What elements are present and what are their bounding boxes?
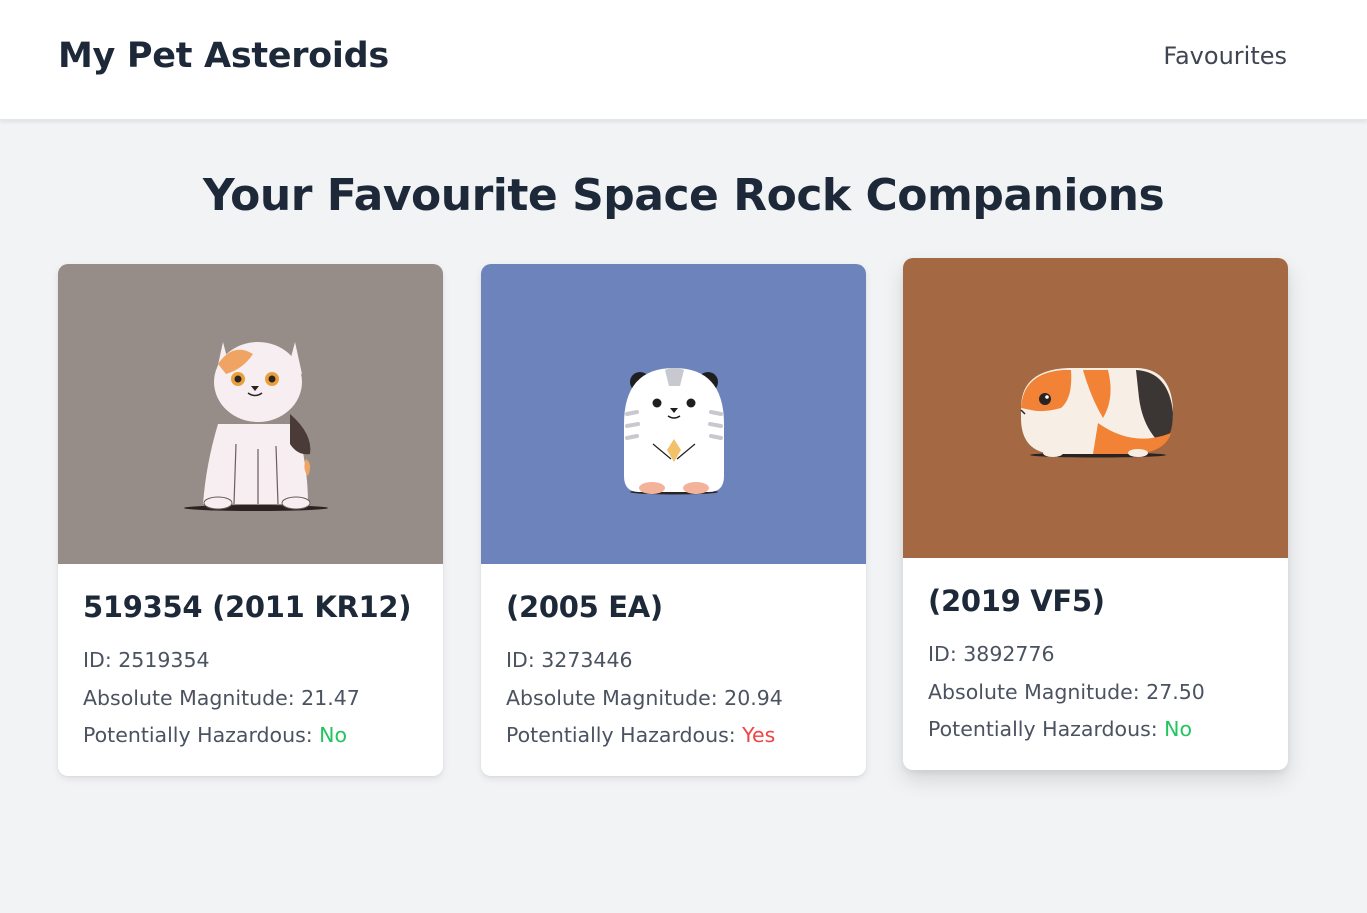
hazard-value: No [1164, 717, 1193, 741]
nav-favourites-link[interactable]: Favourites [1163, 42, 1287, 70]
hazard-value: Yes [742, 723, 776, 747]
magnitude-value: 20.94 [724, 685, 783, 710]
asteroid-id-row: ID: 3273446 [506, 642, 841, 680]
magnitude-value: 21.47 [301, 685, 360, 710]
asteroid-id-row: ID: 2519354 [83, 642, 418, 680]
hazard-label: Potentially Hazardous: [928, 717, 1165, 741]
id-label: ID: [83, 648, 119, 672]
asteroid-magnitude-row: Absolute Magnitude: 21.47 [83, 680, 418, 718]
page-title: Your Favourite Space Rock Companions [202, 170, 1165, 221]
id-value: 3892776 [963, 642, 1055, 666]
asteroid-hazard-row: Potentially Hazardous: No [83, 717, 418, 755]
asteroid-card[interactable]: (2019 VF5) ID: 3892776 Absolute Magnitud… [903, 258, 1288, 770]
hazard-label: Potentially Hazardous: [506, 723, 743, 747]
card-image [481, 264, 866, 564]
card-image [58, 264, 443, 564]
magnitude-label: Absolute Magnitude: [83, 685, 302, 710]
hazard-value: No [319, 723, 348, 747]
magnitude-label: Absolute Magnitude: [506, 685, 725, 710]
asteroid-name: (2005 EA) [506, 590, 663, 624]
asteroid-magnitude-row: Absolute Magnitude: 20.94 [506, 680, 841, 718]
asteroid-hazard-row: Potentially Hazardous: No [928, 711, 1263, 749]
asteroid-name: (2019 VF5) [928, 584, 1105, 618]
asteroid-card[interactable]: (2005 EA) ID: 3273446 Absolute Magnitude… [481, 264, 866, 776]
magnitude-label: Absolute Magnitude: [928, 679, 1147, 704]
asteroid-name: 519354 (2011 KR12) [83, 590, 412, 624]
asteroid-card[interactable]: 519354 (2011 KR12) ID: 2519354 Absolute … [58, 264, 443, 776]
id-value: 3273446 [541, 648, 633, 672]
card-body: (2005 EA) ID: 3273446 Absolute Magnitude… [481, 564, 866, 776]
cat-illustration-icon [184, 342, 328, 511]
guinea-pig-illustration-icon [1020, 368, 1173, 458]
hamster-illustration-icon [624, 368, 724, 495]
id-value: 2519354 [118, 648, 210, 672]
asteroid-id-row: ID: 3892776 [928, 636, 1263, 674]
id-label: ID: [506, 648, 542, 672]
brand-logo-link[interactable]: My Pet Asteroids [58, 36, 389, 76]
card-body: 519354 (2011 KR12) ID: 2519354 Absolute … [58, 564, 443, 776]
asteroid-hazard-row: Potentially Hazardous: Yes [506, 717, 841, 755]
card-body: (2019 VF5) ID: 3892776 Absolute Magnitud… [903, 558, 1288, 770]
id-label: ID: [928, 642, 964, 666]
top-navbar: My Pet Asteroids Favourites [0, 0, 1367, 120]
asteroid-magnitude-row: Absolute Magnitude: 27.50 [928, 674, 1263, 712]
card-image [903, 258, 1288, 558]
hazard-label: Potentially Hazardous: [83, 723, 320, 747]
magnitude-value: 27.50 [1146, 679, 1205, 704]
